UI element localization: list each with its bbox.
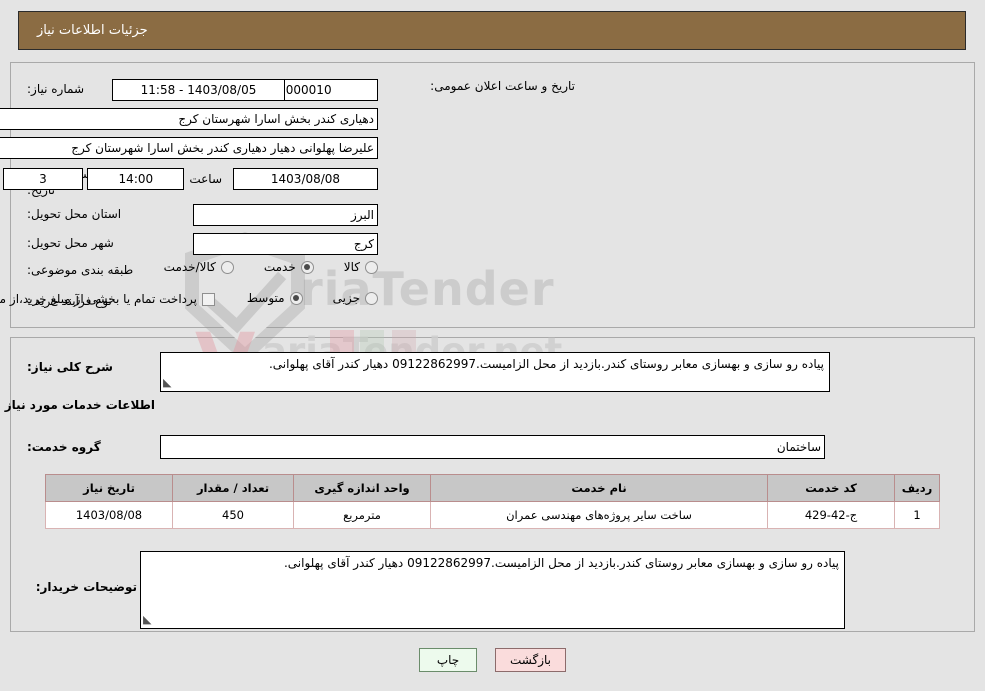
city-label: شهر محل تحویل: (27, 236, 114, 250)
province-label: استان محل تحویل: (27, 207, 122, 221)
process-type-radio-row: جزیی متوسط (247, 291, 378, 305)
requester-field-row: علیرضا پهلوانی دهیار دهیاری کندر بخش اسا… (0, 137, 378, 159)
col-service-name: نام خدمت (430, 474, 768, 502)
general-desc-textarea[interactable]: پیاده رو سازی و بهسازی معابر روستای کندر… (160, 352, 830, 392)
general-desc-label: شرح کلی نیاز: (27, 360, 113, 374)
deadline-time-value: 14:00 (87, 168, 185, 190)
province-field-row: البرز (193, 204, 378, 226)
radio-jozee-icon[interactable] (365, 291, 378, 305)
print-button[interactable]: چاپ (419, 648, 477, 672)
resize-grip-icon[interactable]: ◢ (163, 375, 171, 391)
days-remaining-value: 3 (3, 168, 83, 190)
days-and-label: روز و (0, 172, 3, 186)
deadline-date-row: 1403/08/08 (233, 168, 378, 190)
announce-datetime-field-wrap: 1403/08/05 - 11:58 (104, 79, 285, 101)
city-value: کرج (193, 233, 378, 255)
page-header: جزئیات اطلاعات نیاز (18, 11, 966, 50)
col-unit: واحد اندازه گیری (293, 474, 431, 502)
days-remaining-row: 3 روز و 01:51:14 ساعت باقی مانده (0, 168, 83, 190)
services-table-wrapper: ردیف کد خدمت نام خدمت واحد اندازه گیری ت… (45, 474, 940, 529)
category-label: طبقه بندی موضوعی: (27, 263, 134, 277)
cell-service-code: ج-42-429 (767, 501, 895, 529)
process-option-jozee[interactable]: جزیی (333, 291, 378, 305)
resize-grip-icon[interactable]: ◢ (143, 612, 151, 628)
buyer-notes-textarea[interactable]: پیاده رو سازی و بهسازی معابر روستای کندر… (140, 551, 845, 629)
process-option-motevaset[interactable]: متوسط (247, 291, 303, 305)
category-option-label: کالا (343, 260, 360, 274)
category-option-label: خدمت (263, 260, 296, 274)
category-option-label: کالا/خدمت (163, 260, 216, 274)
services-section-title: اطلاعات خدمات مورد نیاز (4, 398, 155, 412)
col-quantity: تعداد / مقدار (172, 474, 294, 502)
cell-service-name: ساخت سایر پروژه‌های مهندسی عمران (430, 501, 768, 529)
buyer-notes-value: پیاده رو سازی و بهسازی معابر روستای کندر… (283, 556, 839, 570)
cell-need-date: 1403/08/08 (45, 501, 173, 529)
radio-kala-khedmat-icon[interactable] (220, 260, 234, 274)
radio-kala-icon[interactable] (365, 260, 378, 274)
city-field-row: کرج (193, 233, 378, 255)
deadline-hour-label: ساعت (189, 172, 222, 186)
col-service-code: کد خدمت (767, 474, 895, 502)
deadline-hour-row: ساعت 14:00 (87, 168, 227, 190)
treasury-note-row: پرداخت تمام یا بخشی از مبلغ خرید،از محل … (0, 292, 215, 306)
cell-unit: مترمربع (293, 501, 431, 529)
treasury-note-text: پرداخت تمام یا بخشی از مبلغ خرید،از محل … (0, 292, 197, 306)
buyer-notes-label: توضیحات خریدار: (35, 580, 137, 594)
buyer-org-field-row: دهیاری کندر بخش اسارا شهرستان کرج (0, 108, 378, 130)
service-group-label: گروه خدمت: (27, 440, 101, 454)
action-button-bar: بازگشت چاپ (0, 648, 985, 672)
cell-quantity: 450 (172, 501, 294, 529)
category-radio-row: کالا خدمت کالا/خدمت (164, 260, 378, 274)
services-table: ردیف کد خدمت نام خدمت واحد اندازه گیری ت… (45, 474, 940, 529)
buyer-org-value: دهیاری کندر بخش اسارا شهرستان کرج (0, 108, 378, 130)
process-option-label: جزیی (332, 291, 360, 305)
process-option-label: متوسط (246, 291, 285, 305)
category-option-kala[interactable]: کالا (344, 260, 378, 274)
cell-row-no: 1 (894, 501, 940, 529)
announce-datetime-label: تاریخ و ساعت اعلان عمومی: (430, 79, 575, 93)
service-group-value: ساختمان (160, 435, 825, 459)
table-row: 1 ج-42-429 ساخت سایر پروژه‌های مهندسی عم… (45, 501, 940, 529)
col-need-date: تاریخ نیاز (45, 474, 173, 502)
deadline-date-value: 1403/08/08 (233, 168, 378, 190)
category-option-kala-khedmat[interactable]: کالا/خدمت (164, 260, 234, 274)
announce-datetime-row: تاریخ و ساعت اعلان عمومی: (425, 79, 580, 93)
radio-khedmat-icon[interactable] (300, 260, 314, 274)
general-desc-value: پیاده رو سازی و بهسازی معابر روستای کندر… (268, 357, 824, 371)
back-button[interactable]: بازگشت (495, 648, 566, 672)
table-header-row: ردیف کد خدمت نام خدمت واحد اندازه گیری ت… (45, 474, 940, 502)
announce-datetime-value: 1403/08/05 - 11:58 (112, 79, 285, 101)
category-option-khedmat[interactable]: خدمت (264, 260, 314, 274)
requester-value: علیرضا پهلوانی دهیار دهیاری کندر بخش اسا… (0, 137, 378, 159)
page-title: جزئیات اطلاعات نیاز (37, 23, 148, 38)
treasury-checkbox[interactable] (202, 292, 215, 306)
service-group-field-row: ساختمان (160, 435, 825, 459)
radio-motevaset-icon[interactable] (289, 291, 303, 305)
province-value: البرز (193, 204, 378, 226)
col-row-no: ردیف (894, 474, 940, 502)
